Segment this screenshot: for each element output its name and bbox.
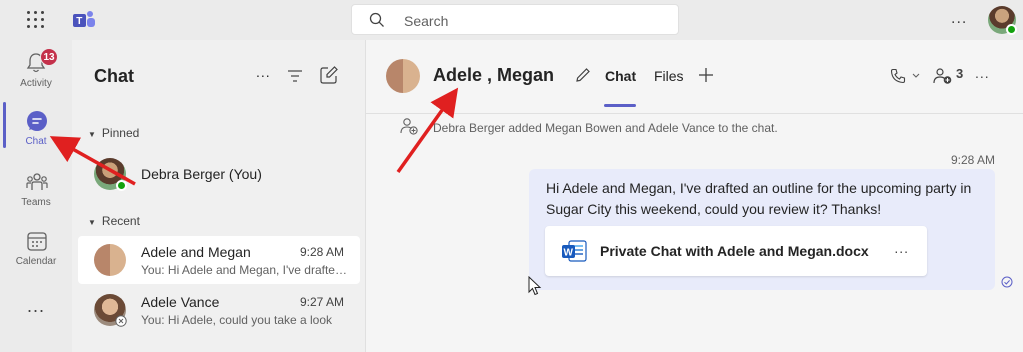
chat-item-adele-vance[interactable]: Adele Vance 9:27 AM You: Hi Adele, could… [78,286,360,334]
collapse-caret-icon: ▼ [88,218,96,227]
search-placeholder: Search [404,13,449,29]
add-person-icon [400,118,418,135]
call-icon[interactable] [890,68,906,84]
chat-time: 9:28 AM [299,245,344,259]
new-chat-icon[interactable] [320,66,338,84]
offline-status-icon [115,315,127,327]
chat-item-debra-berger[interactable]: Debra Berger (You) [78,148,360,200]
chat-preview: You: Hi Adele and Megan, I've drafted an… [141,263,349,277]
chat-name: Adele and Megan [141,244,251,260]
message-bubble[interactable]: Hi Adele and Megan, I've drafted an outl… [529,169,995,290]
recent-section-header[interactable]: ▼ Recent [88,214,140,228]
chat-name: Debra Berger (You) [141,166,262,182]
rail-item-teams[interactable]: Teams [0,159,72,217]
svg-text:W: W [564,248,574,259]
teams-logo-icon: T [73,11,95,27]
available-status-icon [1006,24,1017,35]
chat-item-adele-and-megan[interactable]: Adele and Megan 9:28 AM You: Hi Adele an… [78,236,360,284]
active-tab-indicator [604,104,636,107]
search-icon [369,12,384,27]
pinned-section-header[interactable]: ▼ Pinned [88,126,139,140]
available-status-icon [116,180,127,191]
filter-icon[interactable] [288,70,302,82]
header-more-button[interactable]: ... [975,65,990,81]
system-message: Debra Berger added Megan Bowen and Adele… [433,121,778,135]
chat-time: 9:27 AM [299,295,344,309]
conversation-title[interactable]: Adele , Megan [433,65,554,86]
rail-label: Activity [20,78,52,89]
tab-files[interactable]: Files [654,68,684,84]
collapse-caret-icon: ▼ [88,130,96,139]
rail-label: Teams [21,197,51,208]
section-label: Pinned [101,126,140,140]
chat-icon [27,111,47,131]
message-timestamp: 9:28 AM [950,153,995,167]
rail-label: Calendar [15,256,57,267]
conversation-pane: Adele , Megan Chat Files 3 ... Debra Ber… [366,40,1023,352]
app-rail: 13 Activity Chat Teams Calendar ... [0,40,72,352]
group-avatar [94,244,126,276]
avatar [94,294,127,327]
teams-icon [26,173,48,190]
add-tab-icon[interactable] [698,67,714,83]
avatar [94,158,127,191]
app-launcher-icon[interactable] [27,11,45,29]
top-bar: T Search ... [0,0,1023,40]
chat-name: Adele Vance [141,294,220,310]
chevron-down-icon[interactable] [912,73,920,79]
chat-list-more-button[interactable]: ... [256,64,271,80]
read-receipt-icon [1001,276,1013,288]
search-input[interactable]: Search [351,4,679,35]
message-text: Hi Adele and Megan, I've drafted an outl… [546,180,972,217]
svg-text:T: T [76,16,82,27]
calendar-icon [27,232,47,251]
attachment-filename[interactable]: Private Chat with Adele and Megan.docx [600,243,869,259]
group-avatar[interactable] [386,59,420,93]
chat-list-title: Chat [94,66,134,86]
conversation-header: Adele , Megan Chat Files 3 ... [366,40,1023,114]
more-apps-button[interactable]: ... [0,296,72,317]
participants-count[interactable]: 3 [956,66,963,81]
edit-name-icon[interactable] [575,67,591,83]
activity-badge: 13 [40,48,58,66]
participants-icon[interactable] [933,67,953,85]
word-document-icon: W [562,240,587,262]
tab-chat[interactable]: Chat [605,68,636,84]
chat-preview: You: Hi Adele, could you take a look [141,313,333,327]
more-options-button[interactable]: ... [951,10,967,28]
section-label: Recent [101,214,140,228]
rail-label: Chat [25,136,47,147]
chat-list-pane: Chat ... ▼ Pinned Debra Berger (You) ▼ Rec… [72,40,366,352]
rail-item-activity[interactable]: 13 Activity [0,40,72,98]
attachment-more-button[interactable]: ... [894,240,909,256]
rail-item-chat[interactable]: Chat [0,98,72,156]
profile-avatar[interactable] [988,6,1017,35]
rail-item-calendar[interactable]: Calendar [0,218,72,276]
mouse-cursor-icon [528,276,542,296]
file-attachment-card[interactable]: W Private Chat with Adele and Megan.docx… [545,226,927,276]
